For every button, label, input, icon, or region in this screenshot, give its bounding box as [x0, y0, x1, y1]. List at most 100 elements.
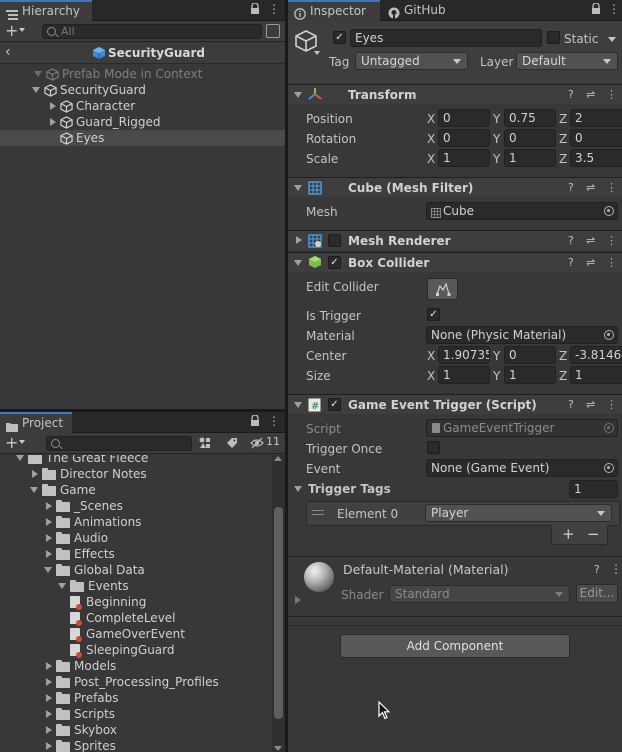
remove-element-button[interactable]: −	[587, 525, 600, 543]
project-item[interactable]: Beginning	[0, 594, 272, 610]
project-item[interactable]: GameOverEvent	[0, 626, 272, 642]
center-y-field[interactable]: 0	[504, 346, 556, 364]
expand-right-icon[interactable]	[46, 678, 52, 686]
preset-sliders-icon[interactable]: ⇌	[586, 234, 595, 248]
project-item[interactable]: Events	[0, 578, 272, 594]
expand-right-icon[interactable]	[46, 710, 52, 718]
trigger-once-checkbox[interactable]	[427, 441, 440, 454]
object-picker-icon[interactable]	[604, 330, 614, 340]
dropdown-arrow-icon[interactable]	[19, 440, 25, 444]
kebab-menu-icon[interactable]: ⋮	[268, 414, 280, 428]
project-item[interactable]: Post_Processing_Profiles	[0, 674, 272, 690]
expand-down-icon[interactable]	[44, 567, 52, 573]
size-x-field[interactable]: 1	[438, 366, 490, 384]
position-x-field[interactable]: 0	[438, 109, 490, 127]
hidden-eye-icon[interactable]	[250, 437, 264, 452]
edit-collider-button[interactable]	[427, 278, 458, 300]
expand-right-icon[interactable]	[46, 726, 52, 734]
event-field[interactable]: None (Game Event)	[426, 459, 618, 477]
scroll-up-icon[interactable]	[274, 456, 282, 461]
kebab-menu-icon[interactable]: ⋮	[608, 2, 620, 16]
tag-dropdown[interactable]: Untagged	[355, 52, 468, 70]
component-kebab-icon[interactable]: ⋮	[606, 181, 617, 195]
position-y-field[interactable]: 0.75	[504, 109, 556, 127]
expand-right-icon[interactable]	[46, 550, 52, 558]
project-item[interactable]: CompleteLevel	[0, 610, 272, 626]
static-checkbox[interactable]	[547, 31, 560, 44]
expand-right-icon[interactable]	[46, 742, 52, 750]
transform-header[interactable]: Transform ? ⇌ ⋮	[288, 84, 622, 104]
hierarchy-item[interactable]: SecurityGuard	[0, 82, 285, 98]
active-checkbox[interactable]: ✓	[333, 31, 346, 44]
foldout-right-icon[interactable]	[295, 596, 301, 604]
dropdown-arrow-icon[interactable]	[19, 28, 25, 32]
foldout-down-icon[interactable]	[294, 260, 302, 266]
expand-right-icon[interactable]	[46, 694, 52, 702]
scale-z-field[interactable]: 3.5	[570, 149, 622, 167]
rotation-x-field[interactable]: 0	[438, 129, 490, 147]
lock-icon[interactable]	[250, 414, 260, 430]
expand-right-icon[interactable]	[46, 662, 52, 670]
filter-type-icon[interactable]	[199, 437, 211, 449]
event-trigger-checkbox[interactable]: ✓	[328, 398, 341, 411]
inspector-tab[interactable]: Inspector	[288, 0, 380, 21]
static-caret-icon[interactable]	[608, 37, 616, 42]
component-kebab-icon[interactable]: ⋮	[606, 256, 617, 270]
project-item[interactable]: Game	[0, 482, 272, 498]
scale-x-field[interactable]: 1	[438, 149, 490, 167]
mesh-filter-header[interactable]: Cube (Mesh Filter) ? ⇌ ⋮	[288, 177, 622, 197]
project-item[interactable]: _Scenes	[0, 498, 272, 514]
foldout-down-icon[interactable]	[294, 402, 302, 408]
box-collider-checkbox[interactable]: ✓	[328, 256, 341, 269]
project-item[interactable]: Audio	[0, 530, 272, 546]
scene-filter-icon[interactable]	[266, 24, 280, 38]
expand-right-icon[interactable]	[46, 502, 52, 510]
help-icon[interactable]: ?	[568, 256, 574, 270]
help-icon[interactable]: ?	[568, 398, 574, 412]
size-z-field[interactable]: 1	[570, 366, 622, 384]
preset-sliders-icon[interactable]: ⇌	[586, 398, 595, 412]
lock-icon[interactable]	[591, 2, 601, 18]
add-icon[interactable]: +	[5, 434, 18, 452]
rotation-z-field[interactable]: 0	[570, 129, 622, 147]
add-icon[interactable]: +	[5, 22, 18, 40]
foldout-down-icon[interactable]	[294, 92, 302, 98]
project-item[interactable]: Scripts	[0, 706, 272, 722]
kebab-menu-icon[interactable]: ⋮	[268, 2, 280, 16]
layer-dropdown[interactable]: Default	[516, 52, 618, 70]
expand-right-icon[interactable]	[50, 102, 56, 110]
project-item[interactable]: SleepingGuard	[0, 642, 272, 658]
help-icon[interactable]: ?	[568, 181, 574, 195]
hierarchy-item[interactable]: Eyes	[0, 130, 285, 146]
project-item[interactable]: Sprites	[0, 738, 272, 752]
center-z-field[interactable]: -3.8146	[570, 346, 622, 364]
shader-edit-button[interactable]: Edit...	[576, 584, 618, 603]
project-item[interactable]: Animations	[0, 514, 272, 530]
object-picker-icon[interactable]	[604, 206, 614, 216]
hierarchy-search-input[interactable]: All	[42, 24, 262, 39]
hierarchy-tab[interactable]: Hierarchy	[0, 0, 92, 21]
scale-y-field[interactable]: 1	[504, 149, 556, 167]
element-0-dropdown[interactable]: Player	[425, 504, 612, 522]
add-component-button[interactable]: Add Component	[340, 634, 570, 658]
foldout-down-icon[interactable]	[294, 486, 302, 492]
project-item[interactable]: Global Data	[0, 562, 272, 578]
back-chevron-icon[interactable]: ‹	[5, 44, 11, 60]
size-y-field[interactable]: 1	[504, 366, 556, 384]
mesh-renderer-checkbox[interactable]	[328, 234, 341, 247]
box-collider-header[interactable]: ✓ Box Collider ? ⇌ ⋮	[288, 252, 622, 272]
foldout-right-icon[interactable]	[296, 236, 302, 244]
mesh-field[interactable]: Cube	[426, 202, 618, 220]
label-tag-icon[interactable]	[226, 437, 238, 452]
project-item[interactable]: Skybox	[0, 722, 272, 738]
project-item[interactable]: Models	[0, 658, 272, 674]
drag-handle-icon[interactable]	[312, 510, 324, 515]
component-kebab-icon[interactable]: ⋮	[606, 88, 617, 102]
expand-down-icon[interactable]	[30, 487, 38, 493]
is-trigger-checkbox[interactable]: ✓	[427, 308, 440, 321]
trigger-tags-count[interactable]: 1	[569, 480, 618, 498]
center-x-field[interactable]: 1.90735	[438, 346, 490, 364]
project-item[interactable]: The Great Fleece	[0, 455, 272, 466]
expand-down-icon[interactable]	[32, 87, 40, 93]
component-kebab-icon[interactable]: ⋮	[606, 234, 617, 248]
